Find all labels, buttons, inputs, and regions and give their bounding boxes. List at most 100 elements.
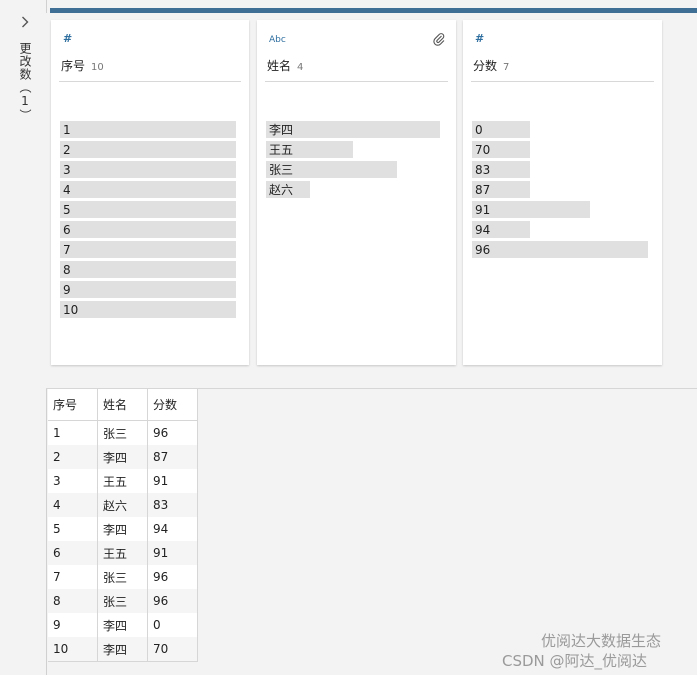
- table-row: 7 张三 96: [48, 565, 198, 589]
- bar-label: 94: [475, 223, 491, 237]
- chevron-right-icon[interactable]: [18, 14, 32, 30]
- table-row: 1 张三 96: [48, 420, 198, 445]
- bar-fill: [60, 221, 236, 238]
- table-cell[interactable]: 91: [147, 541, 198, 565]
- table-cell[interactable]: 9: [48, 613, 98, 637]
- table-cell[interactable]: 李四: [97, 613, 148, 637]
- table-cell[interactable]: 8: [48, 589, 98, 613]
- bar-fill: [60, 261, 236, 278]
- table-cell[interactable]: 赵六: [97, 493, 148, 517]
- bar-label: 李四: [269, 123, 294, 137]
- table-cell[interactable]: 83: [147, 493, 198, 517]
- bar-label: 10: [63, 303, 79, 317]
- changes-panel: 更改数（1）: [0, 0, 47, 675]
- number-type-icon: #: [63, 32, 73, 45]
- field-header[interactable]: 序号 10: [61, 57, 104, 74]
- profile-card-id[interactable]: # 序号 10 1 2 3 4 5 6 7 8 9 10: [51, 20, 249, 365]
- bar-label: 87: [475, 183, 491, 197]
- field-name: 姓名: [267, 59, 292, 73]
- bar-label: 1: [63, 123, 71, 137]
- bar-label: 0: [475, 123, 483, 137]
- divider: [265, 81, 448, 82]
- field-name: 序号: [61, 59, 86, 73]
- table-row: 2 李四 87: [48, 445, 198, 469]
- bar-label: 4: [63, 183, 71, 197]
- bar-label: 91: [475, 203, 491, 217]
- table-row: 4 赵六 83: [48, 493, 198, 517]
- profile-pane: # 序号 10 1 2 3 4 5 6 7 8 9 10 Abc 姓名 4 李四 王五 张三 赵六 # 分数…: [46, 13, 697, 389]
- column-header-name[interactable]: 姓名: [97, 389, 148, 421]
- table-cell[interactable]: 4: [48, 493, 98, 517]
- bar-fill: [60, 141, 236, 158]
- bar-label: 8: [63, 263, 71, 277]
- field-name: 分数: [473, 59, 498, 73]
- paperclip-icon[interactable]: [432, 32, 446, 46]
- profile-card-name[interactable]: Abc 姓名 4 李四王五张三赵六: [257, 20, 456, 365]
- bar-label: 70: [475, 143, 491, 157]
- table-row: 10 李四 70: [48, 637, 198, 662]
- table-cell[interactable]: 87: [147, 445, 198, 469]
- bar-label: 王五: [269, 143, 294, 157]
- divider: [471, 81, 654, 82]
- bar-fill: [472, 241, 648, 258]
- table-cell[interactable]: 李四: [97, 517, 148, 541]
- field-header[interactable]: 姓名 4: [267, 57, 303, 74]
- table-cell[interactable]: 0: [147, 613, 198, 637]
- bar-fill: [60, 301, 236, 318]
- column-header-id[interactable]: 序号: [48, 389, 98, 421]
- table-cell[interactable]: 张三: [97, 565, 148, 589]
- watermark-line2: CSDN @阿达_优阅达: [502, 652, 648, 670]
- bar-fill: [60, 241, 236, 258]
- table-cell[interactable]: 96: [147, 565, 198, 589]
- bar-label: 2: [63, 143, 71, 157]
- table-cell[interactable]: 1: [48, 420, 98, 445]
- bar-fill: [60, 281, 236, 298]
- table-cell[interactable]: 91: [147, 469, 198, 493]
- field-count: 4: [297, 62, 304, 73]
- table-row: 5 李四 94: [48, 517, 198, 541]
- table-cell[interactable]: 94: [147, 517, 198, 541]
- table-cell[interactable]: 5: [48, 517, 98, 541]
- table-cell[interactable]: 3: [48, 469, 98, 493]
- table-cell[interactable]: 70: [147, 637, 198, 662]
- bar-label: 9: [63, 283, 71, 297]
- field-count: 10: [91, 62, 104, 73]
- number-type-icon: #: [475, 32, 485, 45]
- data-grid: 序号 姓名 分数 1 张三 96 2 李四 87 3 王五 91 4 赵六 83 5 李四 94 6 王五 91 7…: [48, 389, 198, 662]
- table-cell[interactable]: 6: [48, 541, 98, 565]
- bar-fill: [60, 201, 236, 218]
- table-row: 8 张三 96: [48, 589, 198, 613]
- bar-label: 96: [475, 243, 491, 257]
- table-cell[interactable]: 2: [48, 445, 98, 469]
- bar-fill: [60, 121, 236, 138]
- table-row: 3 王五 91: [48, 469, 198, 493]
- table-cell[interactable]: 李四: [97, 637, 148, 662]
- profile-card-score[interactable]: # 分数 7 0 70 83 87 91 94 96: [463, 20, 662, 365]
- table-cell[interactable]: 张三: [97, 420, 148, 445]
- column-header-score[interactable]: 分数: [147, 389, 198, 421]
- bar-label: 7: [63, 243, 71, 257]
- table-cell[interactable]: 96: [147, 420, 198, 445]
- watermark-line1: 优阅达大数据生态: [541, 632, 662, 650]
- bar-label: 5: [63, 203, 71, 217]
- changes-label[interactable]: 更改数（1）: [16, 42, 34, 122]
- bar-label: 张三: [269, 163, 294, 177]
- table-cell[interactable]: 张三: [97, 589, 148, 613]
- bar-label: 赵六: [269, 183, 294, 197]
- bar-fill: [60, 161, 236, 178]
- table-cell[interactable]: 王五: [97, 469, 148, 493]
- table-cell[interactable]: 96: [147, 589, 198, 613]
- field-count: 7: [503, 62, 510, 73]
- field-header[interactable]: 分数 7: [473, 57, 509, 74]
- bar-fill: [60, 181, 236, 198]
- table-cell[interactable]: 7: [48, 565, 98, 589]
- table-cell[interactable]: 10: [48, 637, 98, 662]
- table-row: 9 李四 0: [48, 613, 198, 637]
- bar-label: 83: [475, 163, 491, 177]
- bar-label: 3: [63, 163, 71, 177]
- table-cell[interactable]: 李四: [97, 445, 148, 469]
- table-cell[interactable]: 王五: [97, 541, 148, 565]
- grid-header-row: 序号 姓名 分数: [48, 389, 198, 421]
- string-type-icon: Abc: [269, 35, 286, 45]
- table-row: 6 王五 91: [48, 541, 198, 565]
